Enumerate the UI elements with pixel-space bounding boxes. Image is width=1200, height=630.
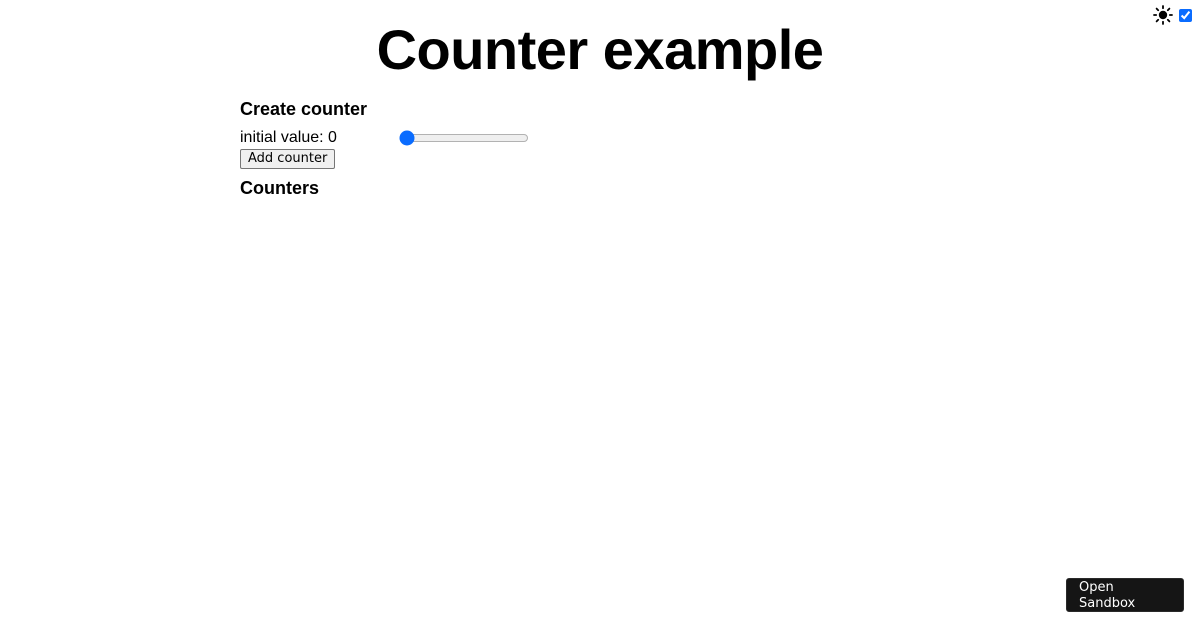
initial-value-slider[interactable] xyxy=(399,130,529,146)
main-content: Create counter initial value: 0 Add coun… xyxy=(240,98,960,199)
create-counter-heading: Create counter xyxy=(240,99,368,119)
open-sandbox-button[interactable]: Open Sandbox xyxy=(1066,578,1184,612)
page-title: Counter example xyxy=(376,18,824,81)
initial-value-row: initial value: 0 xyxy=(240,128,960,148)
counters-heading: Counters xyxy=(240,178,320,198)
page: Counter example Create counter initial v… xyxy=(0,0,1200,630)
add-counter-button[interactable]: Add counter xyxy=(240,149,336,169)
initial-value-label: initial value: 0 xyxy=(240,129,337,146)
